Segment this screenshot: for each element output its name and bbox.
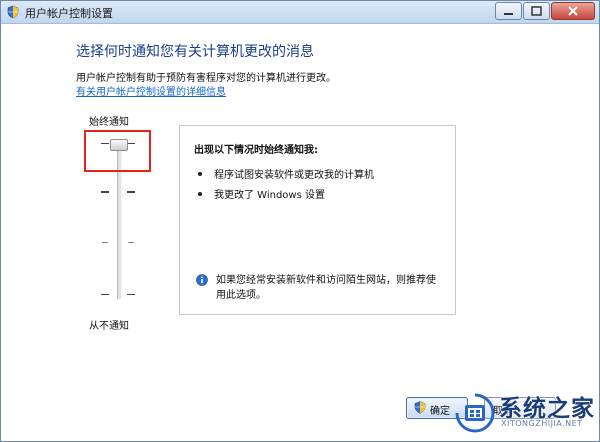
watermark-title: 系统之家 — [499, 396, 595, 422]
list-item: 程序试图安装软件或更改我的计算机 — [214, 170, 374, 181]
minimize-button[interactable] — [495, 2, 522, 20]
slider-top-label: 始终通知 — [89, 117, 129, 128]
uac-details-link[interactable]: 有关用户帐户控制设置的详细信息 — [76, 83, 226, 98]
title-bar[interactable]: 用户帐户控制设置 — [1, 1, 599, 24]
close-button[interactable] — [551, 2, 595, 20]
uac-shield-icon — [414, 401, 426, 414]
uac-shield-icon — [7, 5, 19, 19]
level-description-panel: 出现以下情况时始终通知我: 程序试图安装软件或更改我的计算机 我更改了 Wind… — [179, 125, 456, 315]
close-icon — [568, 6, 578, 16]
slider-bottom-label: 从不通知 — [89, 321, 129, 332]
slider-tick — [128, 242, 134, 243]
page-heading: 选择何时通知您有关计算机更改的消息 — [76, 44, 314, 60]
ok-button-label: 确定 — [430, 406, 450, 417]
page-description: 用户帐户控制有助于预防有害程序对您的计算机进行更改。 — [76, 73, 336, 84]
info-text: 如果您经常安装新软件和访问陌生网站，则推荐使用此选项。 — [216, 275, 436, 301]
slider-tick — [101, 294, 109, 295]
slider-tick — [127, 191, 135, 193]
watermark: 系统之家 XITONGZHIJIA.NET — [451, 385, 599, 441]
uac-settings-window: 用户帐户控制设置 选择何时通知您有关计算机更改的消息 用户帐户控制有助于预防有害… — [0, 0, 600, 442]
window-title: 用户帐户控制设置 — [25, 7, 113, 20]
highlight-box — [84, 130, 151, 172]
bullet-icon — [198, 172, 202, 176]
slider-tick — [101, 191, 109, 193]
xitongzhijia-logo-icon — [455, 393, 495, 433]
list-item: 我更改了 Windows 设置 — [214, 190, 325, 201]
maximize-button[interactable] — [523, 2, 550, 20]
panel-title: 出现以下情况时始终通知我: — [194, 145, 318, 156]
minimize-icon — [504, 13, 513, 15]
info-icon — [196, 274, 208, 286]
maximize-icon — [531, 6, 542, 16]
slider-tick — [127, 294, 135, 295]
slider-tick — [102, 242, 108, 243]
bullet-icon — [198, 192, 202, 196]
watermark-url: XITONGZHIJIA.NET — [501, 419, 583, 428]
